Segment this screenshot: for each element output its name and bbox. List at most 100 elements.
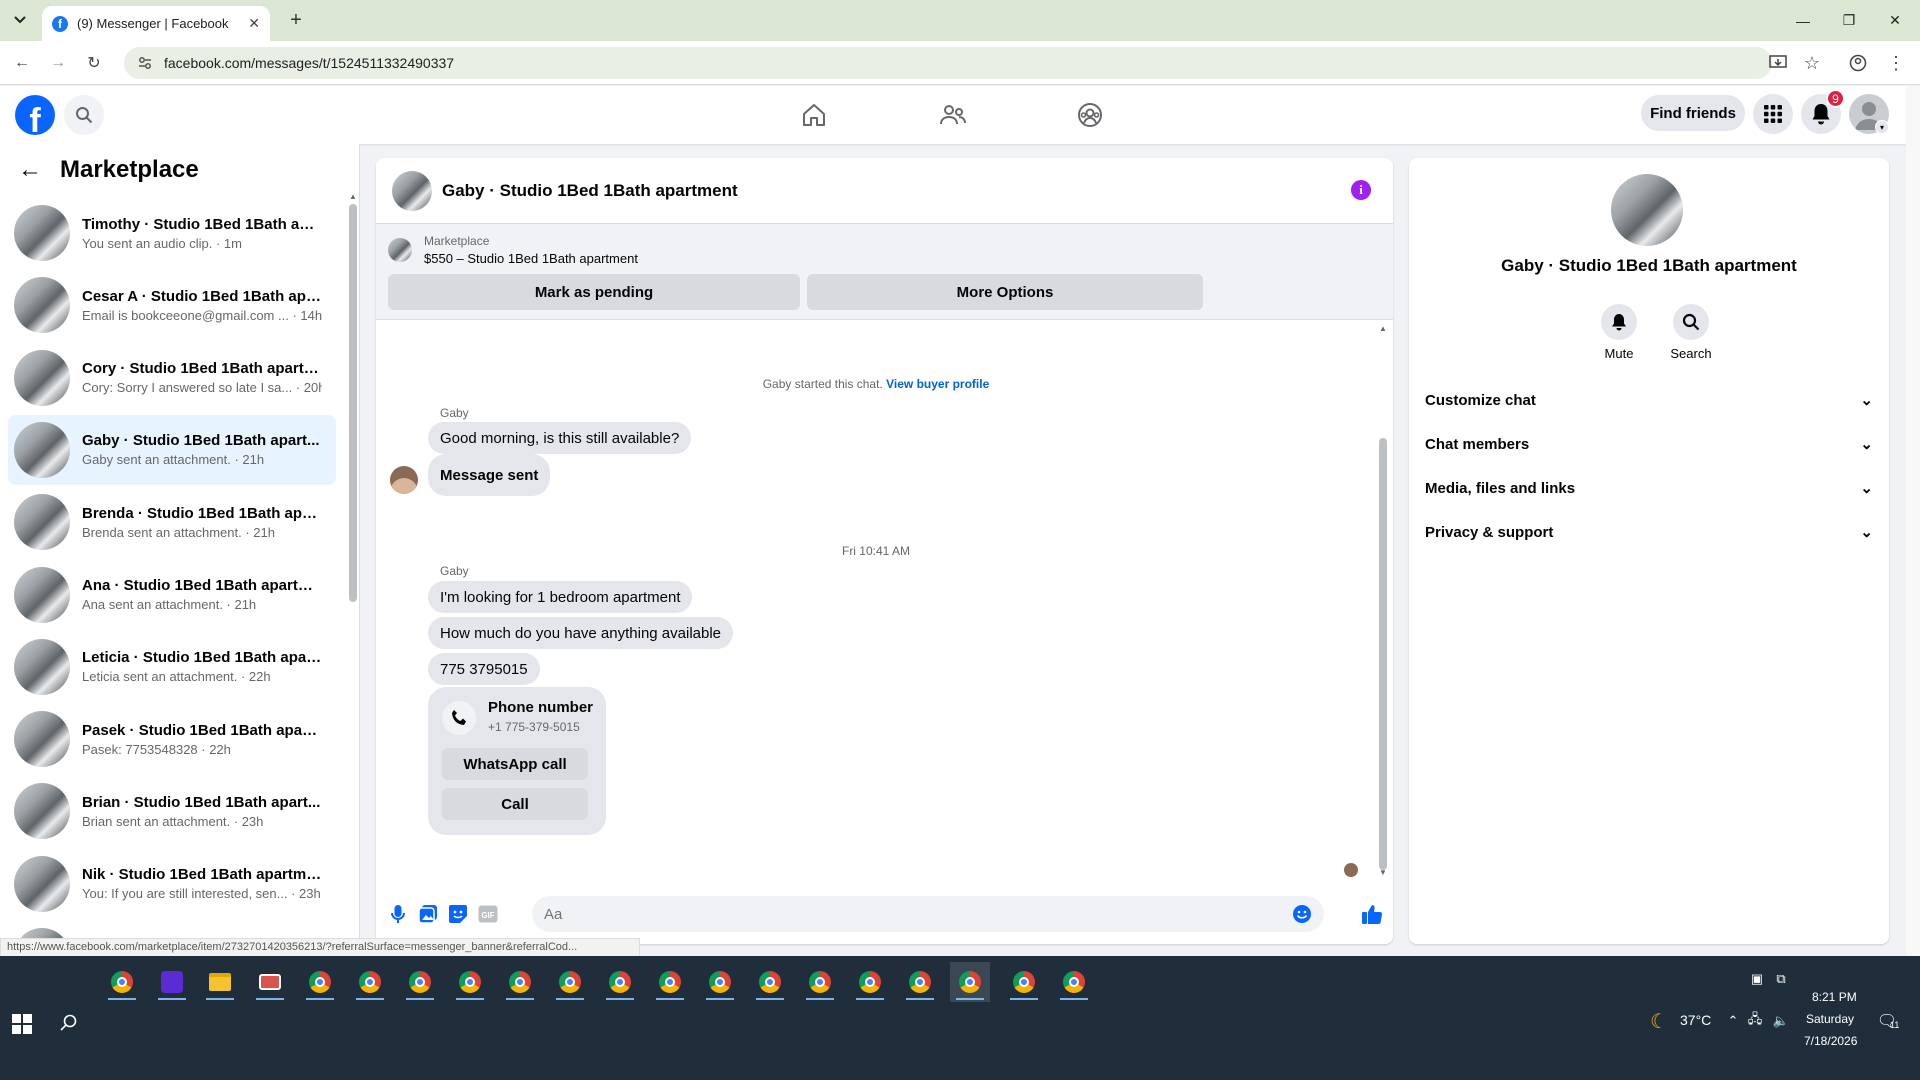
chrome-icon[interactable] bbox=[900, 962, 940, 1002]
page-scrollbar[interactable] bbox=[1906, 86, 1920, 956]
taskbar-search-icon[interactable] bbox=[60, 1014, 84, 1038]
groups-icon[interactable] bbox=[1072, 98, 1108, 132]
chat-members-row[interactable]: Chat members ⌄ bbox=[1425, 422, 1873, 466]
microphone-icon[interactable] bbox=[386, 902, 410, 926]
chrome-icon[interactable] bbox=[500, 962, 540, 1002]
account-chevron-down-icon[interactable]: ▾ bbox=[1875, 120, 1889, 134]
conversation-item[interactable]: Cory · Studio 1Bed 1Bath apartm... Cory: … bbox=[8, 343, 336, 413]
sidebar-scrollbar[interactable] bbox=[349, 204, 357, 602]
photo-gallery-icon[interactable] bbox=[416, 902, 440, 926]
chrome-icon[interactable] bbox=[800, 962, 840, 1002]
restore-icon[interactable]: ❐ bbox=[1826, 0, 1872, 41]
info-icon[interactable]: i bbox=[1351, 180, 1371, 200]
screen-capture-icon[interactable]: ⧉ bbox=[1772, 970, 1790, 988]
sender-avatar[interactable] bbox=[390, 466, 418, 494]
sticker-icon[interactable] bbox=[446, 902, 470, 926]
chat-thumbnail[interactable] bbox=[392, 170, 432, 211]
file-explorer-icon[interactable] bbox=[200, 962, 240, 1002]
call-button[interactable]: Call bbox=[442, 788, 588, 820]
meet-now-icon[interactable]: ▣ bbox=[1748, 970, 1766, 988]
new-tab-icon[interactable]: + bbox=[284, 8, 308, 32]
conversation-item[interactable]: Gaby · Studio 1Bed 1Bath apart... Gaby se… bbox=[8, 414, 336, 485]
install-app-icon[interactable] bbox=[1766, 51, 1790, 75]
thumbs-up-icon[interactable] bbox=[1360, 902, 1384, 926]
listing-thumbnail[interactable] bbox=[388, 238, 412, 262]
conversation-item[interactable]: Timothy · Studio 1Bed 1Bath apa... You se… bbox=[8, 198, 336, 268]
conversation-item[interactable]: Ana · Studio 1Bed 1Bath apartm... Ana sen… bbox=[8, 560, 336, 630]
back-arrow-icon[interactable]: ← bbox=[10, 51, 34, 75]
show-hidden-icons-icon[interactable]: ⌃ bbox=[1724, 1012, 1742, 1030]
forward-arrow-icon[interactable]: → bbox=[46, 51, 70, 75]
emoji-icon[interactable] bbox=[1292, 904, 1312, 924]
privacy-support-row[interactable]: Privacy & support ⌄ bbox=[1425, 510, 1873, 554]
chrome-icon[interactable] bbox=[850, 962, 890, 1002]
conversation-item[interactable]: Pasek · Studio 1Bed 1Bath apart... Pasek:… bbox=[8, 704, 336, 774]
facebook-logo-icon[interactable]: f bbox=[15, 95, 55, 135]
chat-scroll-down-icon[interactable]: ▼ bbox=[1379, 868, 1387, 877]
chrome-icon[interactable] bbox=[700, 962, 740, 1002]
conversation-avatar[interactable] bbox=[1611, 174, 1683, 246]
mute-button[interactable]: Mute bbox=[1589, 304, 1649, 361]
browser-tab-messenger[interactable]: f (9) Messenger | Facebook ✕ bbox=[42, 6, 270, 41]
menu-grid-icon[interactable] bbox=[1753, 94, 1793, 134]
chrome-icon[interactable] bbox=[650, 962, 690, 1002]
view-buyer-profile-link[interactable]: View buyer profile bbox=[886, 377, 989, 391]
back-arrow-icon[interactable]: ← bbox=[18, 156, 42, 184]
friends-icon[interactable] bbox=[935, 98, 971, 132]
message-bubble[interactable]: Good morning, is this still available? bbox=[428, 422, 692, 454]
reload-icon[interactable]: ↻ bbox=[82, 51, 106, 75]
search-in-conversation-button[interactable]: Search bbox=[1661, 304, 1721, 361]
conversation-item[interactable]: Nik · Studio 1Bed 1Bath apartment You: If… bbox=[8, 849, 336, 919]
message-bubble[interactable]: How much do you have anything available bbox=[428, 617, 734, 649]
tab-close-icon[interactable]: ✕ bbox=[248, 15, 260, 32]
chrome-icon[interactable] bbox=[750, 962, 790, 1002]
search-icon[interactable] bbox=[64, 95, 104, 135]
customize-chat-row[interactable]: Customize chat ⌄ bbox=[1425, 378, 1873, 422]
windows-start-icon[interactable] bbox=[12, 1014, 36, 1038]
mark-as-pending-button[interactable]: Mark as pending bbox=[388, 274, 800, 310]
chat-title[interactable]: Gaby · Studio 1Bed 1Bath apartment bbox=[442, 181, 738, 201]
find-friends-button[interactable]: Find friends bbox=[1641, 95, 1745, 131]
url-omnibox[interactable]: facebook.com/messages/t/1524511332490337 bbox=[124, 47, 1772, 79]
message-bubble[interactable]: Message sent bbox=[428, 454, 551, 496]
volume-icon[interactable]: 🔈 bbox=[1772, 1012, 1790, 1030]
scroll-up-arrow-icon[interactable]: ▲ bbox=[349, 192, 357, 201]
profile-icon[interactable] bbox=[1846, 51, 1870, 75]
chrome-icon[interactable] bbox=[102, 962, 142, 1002]
chrome-icon[interactable] bbox=[450, 962, 490, 1002]
message-bubble[interactable]: 775 3795015 bbox=[428, 653, 540, 685]
message-bubble[interactable]: I'm looking for 1 bedroom apartment bbox=[428, 581, 693, 613]
tab-search-dropdown-icon[interactable] bbox=[8, 8, 32, 32]
clock-time[interactable]: 8:21 PM bbox=[1812, 990, 1857, 1004]
clock-date[interactable]: 7/18/2026 bbox=[1804, 1034, 1857, 1048]
home-icon[interactable] bbox=[796, 98, 832, 132]
window-close-icon[interactable]: ✕ bbox=[1872, 0, 1918, 41]
chat-scroll-up-icon[interactable]: ▲ bbox=[1379, 324, 1387, 333]
chrome-icon[interactable] bbox=[550, 962, 590, 1002]
message-input[interactable] bbox=[544, 905, 1284, 923]
conversation-item[interactable]: Cesar A · Studio 1Bed 1Bath apar... Email… bbox=[8, 270, 336, 340]
bookmark-star-icon[interactable]: ☆ bbox=[1800, 51, 1824, 75]
chat-scrollbar[interactable] bbox=[1379, 438, 1387, 870]
chrome-icon[interactable] bbox=[600, 962, 640, 1002]
browser-menu-icon[interactable]: ⋮ bbox=[1884, 51, 1908, 75]
weather-moon-icon[interactable]: ☾ bbox=[1650, 1011, 1668, 1033]
network-icon[interactable]: 🖧 bbox=[1746, 1011, 1764, 1030]
whatsapp-call-button[interactable]: WhatsApp call bbox=[442, 748, 588, 780]
chrome-icon[interactable] bbox=[950, 962, 990, 1002]
chrome-icon[interactable] bbox=[1004, 962, 1044, 1002]
taskbar-app-purple-icon[interactable] bbox=[152, 962, 192, 1002]
chrome-icon[interactable] bbox=[300, 962, 340, 1002]
chrome-icon[interactable] bbox=[1054, 962, 1094, 1002]
taskbar-app-snip-icon[interactable] bbox=[250, 962, 290, 1002]
conversation-item[interactable]: Brian · Studio 1Bed 1Bath apart... Brian … bbox=[8, 776, 336, 846]
chrome-icon[interactable] bbox=[350, 962, 390, 1002]
minimize-icon[interactable]: — bbox=[1780, 0, 1826, 41]
site-settings-icon[interactable] bbox=[138, 56, 152, 70]
media-files-links-row[interactable]: Media, files and links ⌄ bbox=[1425, 466, 1873, 510]
clock-day[interactable]: Saturday bbox=[1806, 1012, 1854, 1026]
conversation-item[interactable]: Brenda · Studio 1Bed 1Bath apar... Brenda… bbox=[8, 487, 336, 557]
more-options-button[interactable]: More Options bbox=[807, 274, 1203, 310]
chrome-icon[interactable] bbox=[400, 962, 440, 1002]
conversation-item[interactable]: Leticia · Studio 1Bed 1Bath apart... Leti… bbox=[8, 632, 336, 702]
